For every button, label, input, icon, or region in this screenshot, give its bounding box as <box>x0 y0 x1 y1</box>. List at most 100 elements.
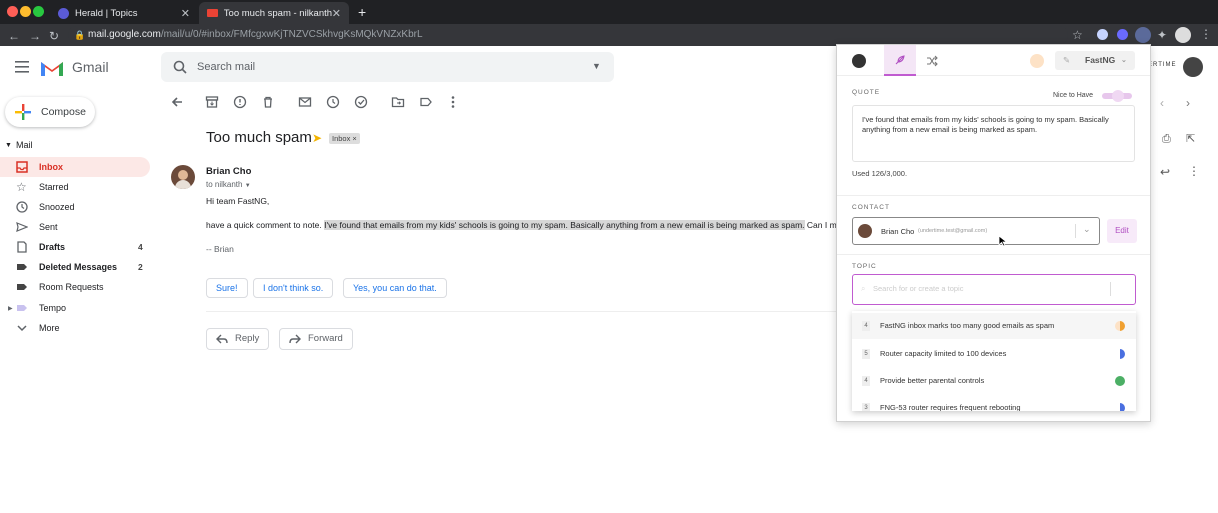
more-options-icon[interactable] <box>446 95 460 109</box>
search-options-icon[interactable]: ▼ <box>592 61 601 71</box>
forward-arrow-icon[interactable]: → <box>29 29 41 43</box>
divider <box>1075 224 1076 238</box>
delete-icon[interactable] <box>261 95 275 109</box>
reload-icon[interactable]: ↻ <box>49 29 59 43</box>
priority-slider[interactable] <box>1102 90 1132 102</box>
sidebar-item-more[interactable]: More <box>0 318 150 338</box>
reply-icon[interactable]: ↩ <box>1160 165 1170 179</box>
contact-select[interactable]: Brian Cho (undertime.test@gmail.com) ⌄ <box>852 217 1100 245</box>
sidebar-item-inbox[interactable]: Inbox <box>0 157 150 177</box>
browser-menu-icon[interactable]: ⋮ <box>1200 27 1212 41</box>
sidebar-item-label: Snoozed <box>39 202 75 212</box>
topic-option[interactable]: 5 Router capacity limited to 100 devices <box>852 341 1136 367</box>
back-to-inbox-icon[interactable] <box>170 95 184 109</box>
sidebar-item-label: Drafts <box>39 242 66 252</box>
sidebar-item-label: Inbox <box>39 162 63 172</box>
sidebar-item-tempo[interactable]: ▶ Tempo <box>0 298 150 318</box>
sidebar-item-starred[interactable]: ☆ Starred <box>0 177 150 197</box>
add-to-tasks-icon[interactable] <box>354 95 368 109</box>
back-arrow-icon[interactable]: ← <box>8 29 20 43</box>
sidebar-item-label: Tempo <box>39 303 67 313</box>
url-bar[interactable]: 🔒 mail.google.com/mail/u/0/#inbox/FMfcgx… <box>68 26 1068 44</box>
inbox-label-chip[interactable]: Inbox × <box>329 133 360 144</box>
puzzle-extensions-icon[interactable]: ✦ <box>1157 28 1167 42</box>
alert-icon[interactable] <box>1030 54 1044 68</box>
tab-quote[interactable] <box>884 45 916 76</box>
older-message-icon[interactable]: › <box>1186 96 1190 110</box>
maximize-window-button[interactable] <box>33 6 44 17</box>
slider-knob[interactable] <box>1112 90 1124 102</box>
reply-button[interactable]: Reply <box>206 328 270 350</box>
mouse-cursor-icon <box>998 235 1008 247</box>
unread-count: 2 <box>138 262 143 272</box>
close-tab-icon[interactable]: ✕ <box>181 7 190 20</box>
mail-section-toggle[interactable]: ▼ Mail <box>0 135 150 155</box>
sidebar-item-room-requests[interactable]: Room Requests <box>0 277 150 297</box>
browser-toolbar: ← → ↻ 🔒 mail.google.com/mail/u/0/#inbox/… <box>0 24 1218 46</box>
close-window-button[interactable] <box>7 6 18 17</box>
sidebar-item-snoozed[interactable]: Snoozed <box>0 197 150 217</box>
chevron-down-icon[interactable]: ⌄ <box>1083 224 1091 235</box>
browser-tab-gmail[interactable]: Too much spam - nilkanth@un ✕ <box>199 2 349 24</box>
forward-arrow-icon <box>289 334 301 344</box>
profile-avatar[interactable] <box>1175 27 1191 43</box>
topic-option[interactable]: 4 FastNG inbox marks too many good email… <box>852 313 1136 339</box>
sidebar-item-label: Deleted Messages <box>39 262 118 272</box>
newer-message-icon[interactable]: ‹ <box>1160 96 1164 110</box>
compose-button[interactable]: Compose <box>5 97 95 127</box>
topic-dropdown: 4 FastNG inbox marks too many good email… <box>852 311 1136 411</box>
mark-unread-icon[interactable] <box>298 95 312 109</box>
topic-status-icon <box>1115 349 1125 359</box>
close-tab-icon[interactable]: ✕ <box>332 7 341 20</box>
header-brand-text: ERTIME <box>1148 62 1177 68</box>
smart-reply-button[interactable]: Yes, you can do that. <box>343 278 447 298</box>
recipient-line[interactable]: to nilkanth ▼ <box>206 180 251 189</box>
topic-number: 4 <box>862 321 870 331</box>
label-as-icon[interactable] <box>419 95 433 109</box>
tab-contact[interactable] <box>843 45 875 76</box>
topic-placeholder: Search for or create a topic <box>873 284 964 293</box>
extension-icon[interactable] <box>1117 29 1128 40</box>
new-tab-button[interactable]: + <box>358 4 366 20</box>
snooze-icon[interactable] <box>326 95 340 109</box>
topic-status-icon <box>1115 376 1125 386</box>
topic-search-input[interactable]: ⌕ Search for or create a topic <box>852 274 1136 305</box>
importance-marker-icon[interactable]: ➤ <box>312 131 322 145</box>
bookmark-star-icon[interactable]: ☆ <box>1072 28 1083 42</box>
open-new-window-icon[interactable]: ⇱ <box>1186 132 1195 145</box>
person-avatar-icon <box>852 53 866 68</box>
edit-contact-button[interactable]: Edit <box>1107 219 1137 243</box>
archive-icon[interactable] <box>205 95 219 109</box>
search-input[interactable]: Search mail ▼ <box>161 52 614 82</box>
extension-icon[interactable] <box>1097 29 1108 40</box>
smart-reply-button[interactable]: Sure! <box>206 278 248 298</box>
topic-option[interactable]: 4 Provide better parental controls <box>852 368 1136 394</box>
herald-extension-icon[interactable] <box>1135 27 1151 43</box>
topic-option[interactable]: 3 FNG-53 router requires frequent reboot… <box>852 395 1136 411</box>
hamburger-menu-icon[interactable] <box>15 61 29 73</box>
workspace-switcher-button[interactable]: ✎ FastNG ⌄ <box>1055 51 1135 70</box>
sidebar-item-label: Sent <box>39 222 58 232</box>
sidebar-item-sent[interactable]: Sent <box>0 217 150 237</box>
smart-reply-button[interactable]: I don't think so. <box>253 278 334 298</box>
label-icon <box>17 305 27 311</box>
topic-section-label: TOPIC <box>852 263 877 270</box>
print-icon[interactable]: ⎙ <box>1162 133 1171 146</box>
caret-down-icon: ▼ <box>5 141 12 149</box>
more-message-options-icon[interactable]: ⋮ <box>1188 164 1200 178</box>
browser-tab-herald[interactable]: Herald | Topics ✕ <box>50 2 198 24</box>
report-spam-icon[interactable] <box>233 95 247 109</box>
body-highlight: I've found that emails from my kids' sch… <box>324 220 805 230</box>
contact-section-label: CONTACT <box>852 204 890 211</box>
sidebar-item-drafts[interactable]: Drafts 4 <box>0 237 150 257</box>
move-to-icon[interactable] <box>391 95 405 109</box>
account-avatar[interactable] <box>1183 57 1203 77</box>
forward-button[interactable]: Forward <box>279 328 353 350</box>
minimize-window-button[interactable] <box>20 6 31 17</box>
sidebar-item-deleted-messages[interactable]: Deleted Messages 2 <box>0 257 150 277</box>
label-icon <box>17 284 27 290</box>
quote-textarea[interactable]: I've found that emails from my kids' sch… <box>852 105 1135 162</box>
topic-number: 3 <box>862 403 870 411</box>
topic-number: 4 <box>862 376 870 386</box>
tab-shuffle[interactable] <box>916 45 948 76</box>
